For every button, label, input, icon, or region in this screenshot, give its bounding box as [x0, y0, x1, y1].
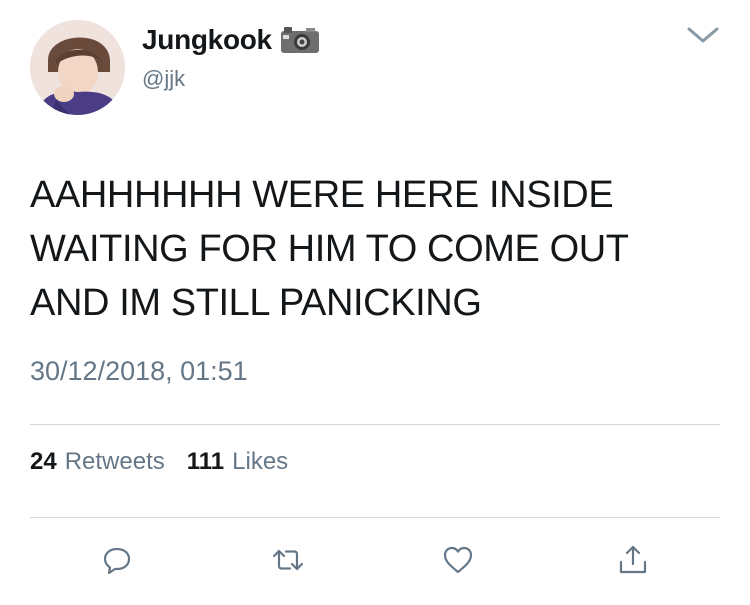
- tweet-header: Jungkook @jjk: [30, 20, 720, 115]
- heart-icon[interactable]: [438, 540, 478, 580]
- tweet-line: AAHHHHHH WERE HERE INSIDE: [30, 174, 614, 216]
- likes-count[interactable]: 111: [187, 448, 224, 476]
- user-handle[interactable]: @jjk: [142, 66, 185, 92]
- avatar[interactable]: [30, 20, 125, 115]
- share-icon[interactable]: [613, 540, 653, 580]
- reply-icon[interactable]: [97, 540, 137, 580]
- display-name[interactable]: Jungkook: [142, 24, 272, 56]
- retweets-label[interactable]: Retweets: [65, 448, 165, 476]
- tweet-line: WAITING FOR HIM TO COME OUT: [30, 228, 629, 270]
- name-row: Jungkook: [142, 24, 320, 56]
- likes-label[interactable]: Likes: [232, 448, 288, 476]
- divider: [30, 517, 720, 518]
- retweets-count[interactable]: 24: [30, 448, 57, 476]
- chevron-down-icon[interactable]: [686, 24, 720, 46]
- retweet-icon[interactable]: [268, 540, 308, 580]
- tweet-stats: 24 Retweets 111 Likes: [30, 448, 302, 476]
- tweet-line: AND IM STILL PANICKING: [30, 282, 482, 324]
- tweet-text: AAHHHHHH WERE HERE INSIDE WAITING FOR HI…: [30, 168, 720, 330]
- divider: [30, 424, 720, 425]
- action-bar: [0, 540, 750, 588]
- camera-icon: [280, 26, 320, 54]
- tweet-timestamp[interactable]: 30/12/2018, 01:51: [30, 356, 248, 387]
